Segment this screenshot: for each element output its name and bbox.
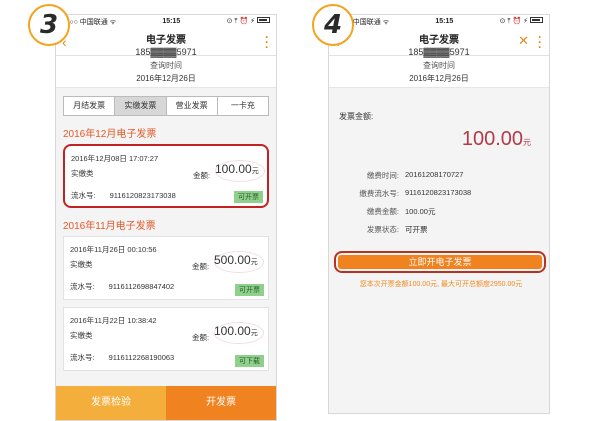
query-date: 2016年12月26日: [409, 74, 469, 83]
invoice-type: 实缴类: [70, 331, 93, 340]
invoice-datetime: 2016年12月08日 17:07:27: [71, 154, 159, 163]
payment-details: 缴费时间: 20161208170727 缴费流水号: 91161208231730…: [329, 170, 549, 235]
invoice-flow: 流水号: 9116120823173038: [71, 191, 176, 200]
query-date: 2016年12月26日: [136, 74, 196, 83]
invoice-card[interactable]: 2016年12月08日 17:07:27 实缴类 流水号: 91161208231…: [63, 144, 269, 208]
status-badge: 可开票: [235, 284, 264, 296]
invoice-amount-value: 100.00元: [461, 128, 531, 150]
tab-business[interactable]: 营业发票: [167, 97, 218, 115]
step-3-badge: 3: [28, 4, 70, 46]
amount-label: 金额:: [192, 262, 210, 271]
issue-invoice-button[interactable]: 开发票: [166, 386, 276, 420]
nav-bar: ‹ 电子发票 185▓▓▓▓5971 · · ·: [56, 28, 276, 57]
highlight-frame: 立即开电子发票: [334, 251, 546, 273]
battery-icon: [256, 17, 270, 23]
phone-number: 185▓▓▓▓5971: [135, 47, 197, 57]
tab-monthly[interactable]: 月结发票: [64, 97, 116, 115]
page-title: 电子发票: [146, 35, 186, 46]
invoice-limit-hint: 您本次开票金额100.00元, 最大可开总额度2950.00元: [359, 281, 523, 288]
more-vertical-icon[interactable]: · · ·: [265, 31, 269, 53]
phone-screen-invoice-list: •••○○ 中国联通 ᯤ 15:15 ⊙ ⤒ ⏰ ⚡ ‹ 电子发票 185▓▓▓…: [55, 14, 277, 421]
phone-screen-invoice-detail: •••○○ 中国联通 ᯤ 15:15 ⊙ ⤒ ⏰ ⚡ ‹ 电子发票 185▓▓▓…: [328, 14, 550, 414]
invoice-amount: 500.00元: [214, 253, 258, 267]
detail-row: 缴费金额: 100.00元: [366, 207, 436, 216]
query-time-label: 查询时间: [150, 61, 182, 70]
query-time-box: 查询时间 2016年12月26日: [56, 56, 276, 88]
detail-row: 发票状态: 可开票: [366, 225, 428, 234]
amount-label: 金额:: [193, 171, 211, 180]
query-time-box: 查询时间 2016年12月26日: [329, 56, 549, 88]
invoice-datetime: 2016年11月26日 00:10:56: [70, 245, 157, 254]
invoice-card[interactable]: 2016年11月22日 10:38:42 实缴类 流水号: 91161122681…: [63, 307, 269, 371]
invoice-datetime: 2016年11月22日 10:38:42: [70, 316, 157, 325]
detail-row: 缴费流水号: 9116120823173038: [359, 188, 472, 198]
status-bar: •••○○ 中国联通 ᯤ 15:15 ⊙ ⤒ ⏰ ⚡: [329, 15, 549, 28]
month-heading: 2016年11月电子发票: [63, 221, 156, 232]
status-bar: •••○○ 中国联通 ᯤ 15:15 ⊙ ⤒ ⏰ ⚡: [56, 15, 276, 28]
detail-row: 缴费时间: 20161208170727: [366, 170, 464, 180]
bottom-action-bar: 发票检验 开发票: [56, 386, 276, 420]
month-heading: 2016年12月电子发票: [63, 129, 157, 140]
step-4-badge: 4: [312, 4, 354, 46]
status-badge: 可下载: [235, 355, 264, 367]
status-icons: ⊙ ⤒ ⏰ ⚡: [227, 17, 270, 26]
invoice-type: 实缴类: [70, 260, 93, 269]
invoice-flow: 流水号: 9116112268190063: [70, 353, 175, 362]
invoice-amount-section: 发票金额: 100.00元: [329, 106, 549, 166]
battery-icon: [529, 17, 543, 23]
tab-paid[interactable]: 实缴发票: [115, 97, 167, 115]
invoice-amount: 100.00元: [215, 162, 259, 176]
query-time-label: 查询时间: [423, 61, 455, 70]
status-badge: 可开票: [234, 191, 263, 203]
status-time: 15:15: [162, 18, 181, 25]
tab-card-recharge[interactable]: 一卡充: [218, 97, 268, 115]
status-icons: ⊙ ⤒ ⏰ ⚡: [500, 17, 543, 26]
more-vertical-icon[interactable]: · · ·: [538, 31, 542, 53]
close-icon[interactable]: ✕: [518, 33, 529, 49]
invoice-flow: 流水号: 9116112698847402: [70, 282, 175, 291]
open-e-invoice-button[interactable]: 立即开电子发票: [338, 255, 542, 269]
nav-bar: ‹ 电子发票 185▓▓▓▓5971 ✕ ···: [329, 28, 549, 57]
invoice-type-tabs: 月结发票 实缴发票 营业发票 一卡充: [63, 96, 269, 116]
carrier-signal: •••○○ 中国联通 ᯤ: [62, 18, 117, 26]
amount-label: 金额:: [192, 333, 210, 342]
status-time: 15:15: [435, 18, 454, 25]
invoice-card[interactable]: 2016年11月26日 00:10:56 实缴类 流水号: 91161126988…: [63, 236, 269, 300]
page-title: 电子发票: [419, 35, 459, 46]
invoice-amount: 100.00元: [214, 324, 258, 338]
verify-invoice-button[interactable]: 发票检验: [56, 386, 166, 420]
invoice-amount-label: 发票金额:: [339, 112, 374, 121]
phone-number: 185▓▓▓▓5971: [408, 47, 470, 57]
invoice-type: 实缴类: [71, 169, 94, 178]
